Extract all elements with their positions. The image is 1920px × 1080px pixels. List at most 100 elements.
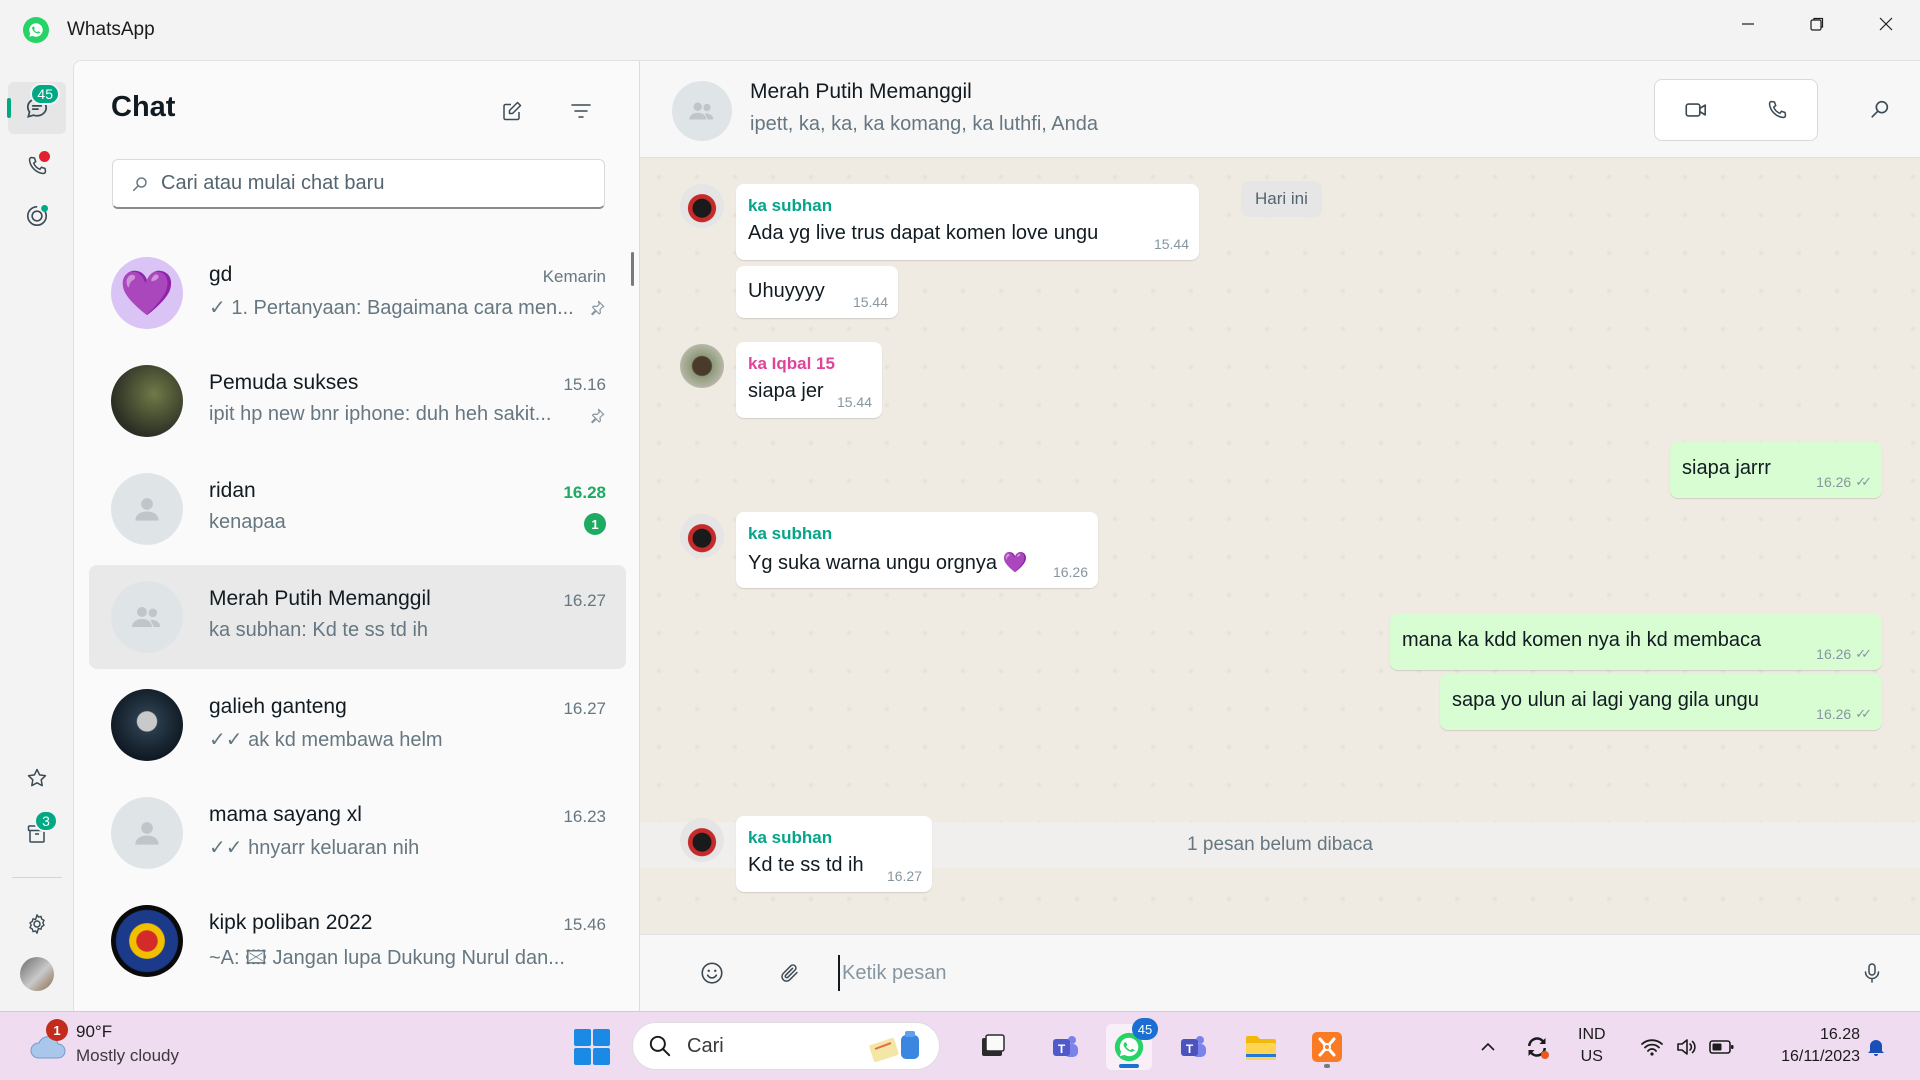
conversation-title: Merah Putih Memanggil	[750, 80, 972, 103]
chat-row-gd[interactable]: 💜 gd Kemarin ✓ 1. Pertanyaan: Bagaimana …	[89, 241, 626, 345]
group-icon	[132, 607, 161, 627]
phone-icon	[1768, 100, 1786, 119]
message-time-group: 16.26 ✓✓	[1816, 706, 1872, 722]
app-title: WhatsApp	[67, 19, 155, 40]
active-app-indicator	[1119, 1064, 1139, 1068]
message-bubble[interactable]: ka subhan Ada yg live trus dapat komen l…	[736, 184, 1199, 260]
sender-avatar[interactable]	[680, 344, 724, 388]
taskbar-app-teams[interactable]: T	[1170, 1024, 1216, 1070]
sender-avatar[interactable]	[680, 514, 724, 558]
restore-button[interactable]	[1782, 0, 1851, 48]
message-input[interactable]	[838, 955, 1838, 991]
chat-preview: kenapaa	[209, 511, 286, 533]
chat-name: mama sayang xl	[209, 803, 362, 826]
chats-unread-badge: 45	[30, 83, 60, 105]
calls-notification-dot	[39, 151, 50, 162]
message-text: Ada yg live trus dapat komen love ungu	[748, 222, 1099, 244]
close-button[interactable]	[1851, 0, 1920, 48]
chat-preview: ipit hp new bnr iphone: duh heh sakit...	[209, 403, 552, 425]
search-highlight-icon	[869, 1031, 919, 1063]
rail-chats-button[interactable]: 45	[7, 82, 66, 134]
show-hidden-icons-button[interactable]	[1478, 1012, 1498, 1080]
weather-description: Mostly cloudy	[76, 1046, 179, 1065]
chat-row-ridan[interactable]: ridan 16.28 kenapaa 1	[89, 457, 626, 561]
outgoing-message-bubble[interactable]: siapa jarrr 16.26 ✓✓	[1670, 442, 1882, 498]
message-composer	[640, 934, 1920, 1011]
filter-button[interactable]	[561, 91, 601, 131]
taskbar-app-xampp[interactable]	[1304, 1024, 1350, 1070]
outgoing-message-bubble[interactable]: mana ka kdd komen nya ih kd membaca 16.2…	[1390, 614, 1882, 670]
message-sender: ka Iqbal 15	[748, 354, 835, 373]
sender-avatar[interactable]	[680, 184, 724, 228]
rail-status-button[interactable]	[8, 190, 66, 242]
title-bar: WhatsApp	[0, 0, 1920, 60]
message-bubble[interactable]: ka subhan Yg suka warna ungu orgnya 💜 16…	[736, 512, 1098, 588]
taskbar-clock[interactable]: 16.28 16/11/2023	[1760, 1024, 1860, 1068]
windows-logo-tile	[593, 1048, 610, 1065]
chat-row-mama-sayang-xl[interactable]: mama sayang xl 16.23 ✓✓ hnyarr keluaran …	[89, 781, 626, 885]
chat-row-galieh-ganteng[interactable]: galieh ganteng 16.27 ✓✓ ak kd membawa he…	[89, 673, 626, 777]
message-text: Kd te ss td ih	[748, 854, 864, 876]
chat-list-scrollbar[interactable]	[631, 252, 634, 286]
whatsapp-logo-icon	[23, 17, 49, 43]
taskbar-app-task-view[interactable]	[970, 1024, 1016, 1070]
message-bubble[interactable]: ka Iqbal 15 siapa jer 15.44	[736, 342, 882, 418]
taskbar-search[interactable]: Cari	[632, 1022, 940, 1070]
sender-avatar[interactable]	[680, 818, 724, 862]
chat-avatar	[111, 905, 183, 977]
conversation-header[interactable]: Merah Putih Memanggil ipett, ka, ka, ka …	[640, 60, 1920, 158]
sync-tray-button[interactable]	[1522, 1012, 1552, 1080]
rail-calls-button[interactable]	[8, 140, 66, 192]
chat-name: Pemuda sukses	[209, 371, 359, 394]
quick-settings-button[interactable]	[1640, 1012, 1736, 1080]
rail-archived-button[interactable]: 3	[8, 808, 66, 860]
running-app-indicator	[1324, 1064, 1330, 1068]
rail-profile-button[interactable]	[8, 948, 66, 1000]
message-time-group: 16.26 ✓✓	[1816, 474, 1872, 490]
taskbar-app-teams-personal[interactable]: T	[1042, 1024, 1088, 1070]
chat-name: ridan	[209, 479, 256, 502]
taskbar-app-whatsapp[interactable]: 45	[1106, 1018, 1158, 1070]
taskbar-app-file-explorer[interactable]	[1238, 1024, 1284, 1070]
message-time: 15.44	[836, 394, 872, 410]
date-chip: Hari ini	[1241, 181, 1322, 217]
teams-icon: T	[1053, 1036, 1078, 1057]
emoji-button[interactable]	[692, 953, 732, 993]
chat-row-kipk-poliban-2022[interactable]: kipk poliban 2022 15.46 ~A: 🖾 Jangan lup…	[89, 889, 626, 993]
search-icon	[1871, 100, 1889, 118]
message-time: 16.26	[1816, 706, 1852, 722]
message-time: 16.26	[1816, 646, 1852, 662]
message-sender: ka subhan	[748, 196, 833, 215]
video-call-button[interactable]	[1655, 80, 1736, 140]
notifications-button[interactable]	[1864, 1012, 1888, 1080]
rail-settings-button[interactable]	[8, 898, 66, 950]
voice-message-button[interactable]	[1852, 953, 1892, 993]
wifi-icon	[1641, 1038, 1663, 1056]
read-ticks-icon: ✓✓	[1855, 474, 1872, 489]
message-bubble[interactable]: Uhuyyyy 15.44	[736, 266, 898, 318]
search-icon	[649, 1035, 671, 1057]
call-buttons	[1654, 79, 1818, 141]
conversation-pane: Merah Putih Memanggil ipett, ka, ka, ka …	[640, 60, 1920, 1011]
input-language-indicator[interactable]: IND US	[1578, 1024, 1606, 1068]
search-input[interactable]	[161, 172, 581, 195]
bell-icon	[1868, 1039, 1884, 1056]
attach-button[interactable]	[770, 953, 810, 993]
message-text: Yg suka warna ungu orgnya 💜	[748, 552, 1028, 574]
restore-icon	[1809, 17, 1823, 31]
message-text: mana ka kdd komen nya ih kd membaca	[1402, 629, 1762, 651]
chat-preview: ✓ 1. Pertanyaan: Bagaimana cara men...	[209, 297, 574, 319]
conversation-search-button[interactable]	[1860, 89, 1900, 129]
minimize-button[interactable]	[1713, 0, 1782, 48]
voice-call-button[interactable]	[1736, 80, 1817, 140]
message-list[interactable]: Hari ini ka subhan Ada yg live trus dapa…	[640, 158, 1920, 934]
archived-badge: 3	[34, 810, 58, 832]
start-button[interactable]	[574, 1029, 610, 1065]
rail-starred-button[interactable]	[8, 752, 66, 804]
outgoing-message-bubble[interactable]: sapa yo ulun ai lagi yang gila ungu 16.2…	[1440, 674, 1882, 730]
new-chat-button[interactable]	[492, 91, 532, 131]
chat-row-pemuda-sukses[interactable]: Pemuda sukses 15.16 ipit hp new bnr ipho…	[89, 349, 626, 453]
message-bubble[interactable]: ka subhan Kd te ss td ih 16.27	[736, 816, 932, 892]
group-avatar[interactable]	[672, 81, 732, 141]
chat-row-merah-putih-memanggil[interactable]: Merah Putih Memanggil 16.27 ka subhan: K…	[89, 565, 626, 669]
